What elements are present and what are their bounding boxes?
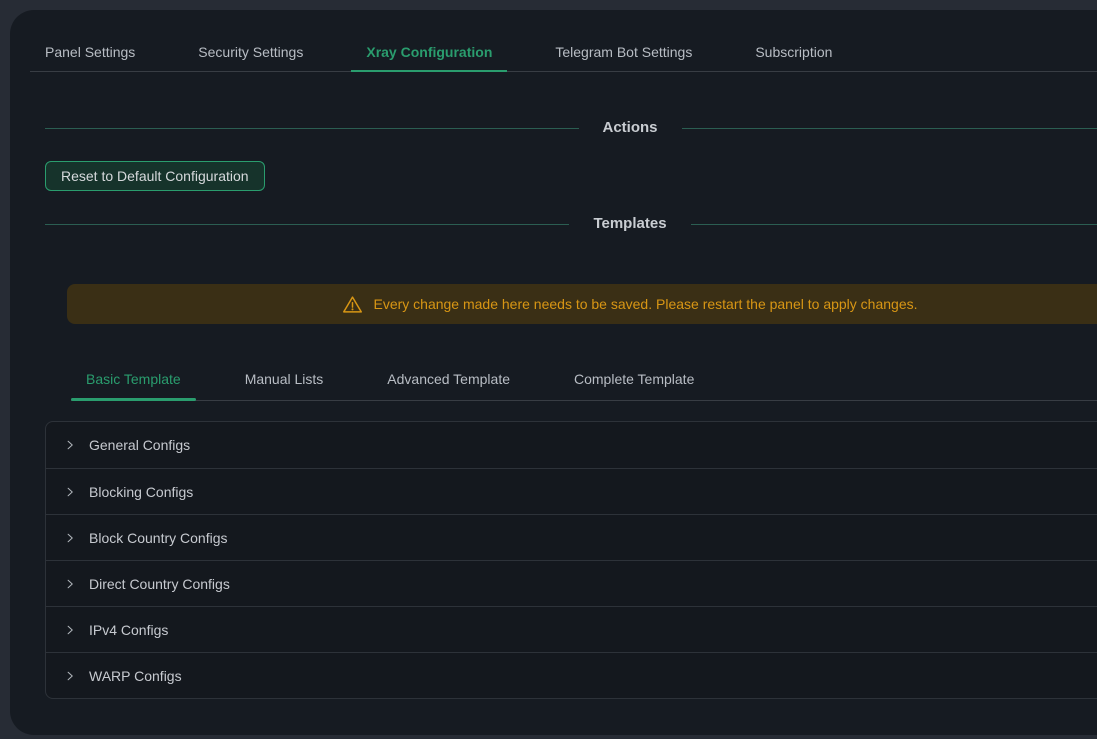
tab-subscription[interactable]: Subscription bbox=[740, 36, 847, 71]
settings-card: Panel Settings Security Settings Xray Co… bbox=[10, 10, 1097, 735]
divider-line bbox=[691, 224, 1097, 225]
chevron-right-icon bbox=[64, 670, 76, 682]
tab-manual-lists[interactable]: Manual Lists bbox=[230, 362, 339, 400]
reset-to-default-button[interactable]: Reset to Default Configuration bbox=[45, 161, 265, 191]
chevron-right-icon bbox=[64, 486, 76, 498]
actions-divider: Actions bbox=[45, 118, 1097, 138]
templates-divider: Templates bbox=[45, 214, 1097, 234]
chevron-right-icon bbox=[64, 624, 76, 636]
restart-warning-alert: Every change made here needs to be saved… bbox=[67, 284, 1097, 324]
tab-telegram-bot-settings[interactable]: Telegram Bot Settings bbox=[540, 36, 707, 71]
tab-complete-template[interactable]: Complete Template bbox=[559, 362, 709, 400]
actions-section-title: Actions bbox=[579, 118, 682, 138]
tab-advanced-template[interactable]: Advanced Template bbox=[372, 362, 525, 400]
templates-section-title: Templates bbox=[569, 214, 690, 234]
accordion-item-label: Blocking Configs bbox=[89, 484, 193, 500]
accordion-item-warp-configs[interactable]: WARP Configs bbox=[46, 652, 1097, 698]
settings-tab-bar: Panel Settings Security Settings Xray Co… bbox=[30, 36, 1097, 72]
template-tab-bar: Basic Template Manual Lists Advanced Tem… bbox=[71, 362, 1097, 401]
actions-button-row: Reset to Default Configuration bbox=[45, 161, 1097, 191]
chevron-right-icon bbox=[64, 578, 76, 590]
accordion-item-general-configs[interactable]: General Configs bbox=[46, 422, 1097, 468]
warning-message: Every change made here needs to be saved… bbox=[373, 296, 917, 312]
tab-xray-configuration[interactable]: Xray Configuration bbox=[351, 36, 507, 71]
configs-accordion: General Configs Blocking Configs Block C… bbox=[45, 421, 1097, 699]
tab-basic-template[interactable]: Basic Template bbox=[71, 362, 196, 400]
accordion-item-block-country-configs[interactable]: Block Country Configs bbox=[46, 514, 1097, 560]
accordion-item-label: General Configs bbox=[89, 437, 190, 453]
accordion-item-label: Direct Country Configs bbox=[89, 576, 230, 592]
page-background: { "top_tabs": { "items": [ { "label": "P… bbox=[0, 0, 1097, 739]
chevron-right-icon bbox=[64, 439, 76, 451]
divider-line bbox=[45, 128, 579, 129]
accordion-item-blocking-configs[interactable]: Blocking Configs bbox=[46, 468, 1097, 514]
warning-triangle-icon bbox=[342, 294, 363, 315]
accordion-item-label: WARP Configs bbox=[89, 668, 182, 684]
divider-line bbox=[45, 224, 569, 225]
tab-security-settings[interactable]: Security Settings bbox=[183, 36, 318, 71]
divider-line bbox=[682, 128, 1097, 129]
accordion-item-label: IPv4 Configs bbox=[89, 622, 168, 638]
accordion-item-label: Block Country Configs bbox=[89, 530, 228, 546]
accordion-item-direct-country-configs[interactable]: Direct Country Configs bbox=[46, 560, 1097, 606]
settings-content: Panel Settings Security Settings Xray Co… bbox=[45, 36, 1097, 699]
chevron-right-icon bbox=[64, 532, 76, 544]
accordion-item-ipv4-configs[interactable]: IPv4 Configs bbox=[46, 606, 1097, 652]
tab-panel-settings[interactable]: Panel Settings bbox=[30, 36, 150, 71]
